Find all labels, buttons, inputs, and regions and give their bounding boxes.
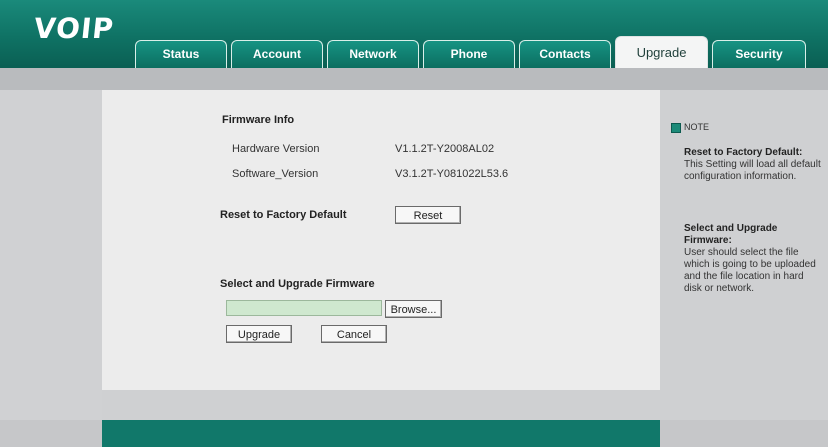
upgrade-firmware-label: Select and Upgrade Firmware bbox=[220, 278, 375, 290]
upgrade-panel bbox=[102, 90, 660, 390]
tab-status[interactable]: Status bbox=[135, 40, 227, 68]
footer-right bbox=[660, 420, 828, 447]
tab-phone[interactable]: Phone bbox=[423, 40, 515, 68]
hardware-version-value: V1.1.2T-Y2008AL02 bbox=[395, 143, 495, 155]
voip-logo: VOIP bbox=[32, 12, 116, 45]
firmware-file-input[interactable] bbox=[226, 300, 382, 316]
hardware-version-label: Hardware Version bbox=[232, 143, 320, 155]
note-upgrade-text: User should select the file which is goi… bbox=[684, 247, 816, 294]
left-margin bbox=[0, 90, 102, 420]
note-upgrade-heading: Select and Upgrade Firmware: bbox=[684, 223, 778, 246]
upgrade-button[interactable]: Upgrade bbox=[226, 325, 292, 343]
tab-upgrade[interactable]: Upgrade bbox=[615, 36, 708, 68]
firmware-info-title: Firmware Info bbox=[222, 114, 295, 126]
note-reset: Reset to Factory Default: This Setting w… bbox=[684, 147, 822, 183]
note-icon bbox=[671, 123, 681, 133]
note-title: NOTE bbox=[684, 122, 710, 132]
cancel-button[interactable]: Cancel bbox=[321, 325, 387, 343]
tab-account[interactable]: Account bbox=[231, 40, 323, 68]
sub-bar bbox=[0, 68, 828, 90]
tab-network[interactable]: Network bbox=[327, 40, 419, 68]
footer-bar bbox=[102, 420, 660, 447]
tab-security[interactable]: Security bbox=[712, 40, 806, 68]
reset-button[interactable]: Reset bbox=[395, 206, 461, 224]
note-upgrade: Select and Upgrade Firmware: User should… bbox=[684, 223, 822, 295]
footer-left bbox=[0, 420, 102, 447]
reset-factory-label: Reset to Factory Default bbox=[220, 209, 347, 221]
tab-contacts[interactable]: Contacts bbox=[519, 40, 611, 68]
note-reset-heading: Reset to Factory Default: bbox=[684, 147, 803, 158]
software-version-label: Software_Version bbox=[232, 168, 319, 180]
software-version-value: V3.1.2T-Y081022L53.6 bbox=[395, 168, 509, 180]
note-reset-text: This Setting will load all default confi… bbox=[684, 159, 821, 182]
browse-button[interactable]: Browse... bbox=[385, 300, 442, 318]
